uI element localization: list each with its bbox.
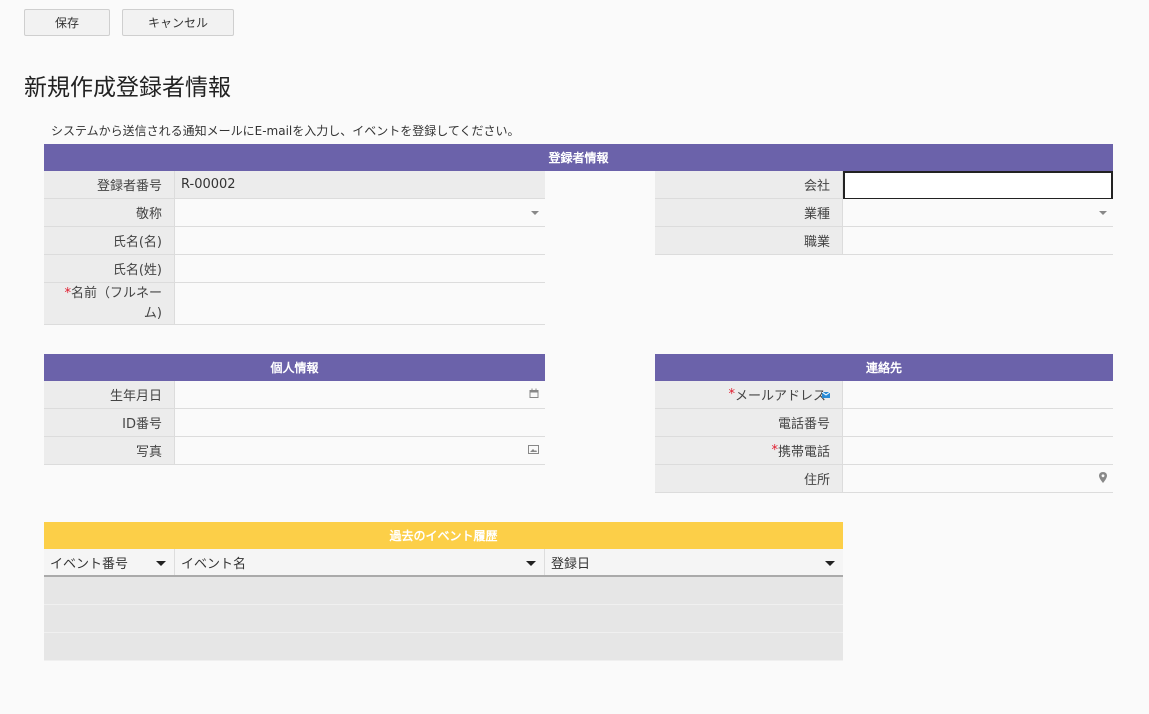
column-registration-date[interactable]: 登録日 — [545, 549, 843, 575]
full-name-label: 名前（フルネーム) — [70, 286, 162, 321]
industry-row: 業種 — [655, 199, 1113, 227]
page-title: 新規作成登録者情報 — [24, 75, 231, 101]
save-button[interactable]: 保存 — [24, 9, 110, 36]
image-icon[interactable] — [528, 444, 539, 457]
column-label: イベント名 — [181, 556, 247, 572]
section-header-registrant: 登録者情報 — [44, 144, 1113, 171]
industry-select[interactable] — [843, 199, 1113, 226]
field-label: 生年月日 — [44, 381, 175, 408]
chevron-down-icon[interactable] — [1099, 210, 1107, 215]
address-row: 住所 — [655, 465, 1113, 493]
full-name-input[interactable] — [175, 283, 545, 324]
section-header-personal: 個人情報 — [44, 354, 545, 381]
field-label: ID番号 — [44, 409, 175, 436]
birthday-row: 生年月日 — [44, 381, 545, 409]
first-name-row: 氏名(名) — [44, 227, 545, 255]
table-row[interactable] — [44, 577, 843, 605]
field-label: 職業 — [655, 227, 843, 254]
photo-row: 写真 — [44, 437, 545, 465]
address-input[interactable] — [843, 465, 1113, 492]
field-label: *名前（フルネーム) — [44, 283, 175, 324]
column-label: 登録日 — [551, 556, 591, 572]
field-label: 登録者番号 — [44, 171, 175, 198]
registrant-number-value: R-00002 — [175, 171, 545, 198]
field-label: 写真 — [44, 437, 175, 464]
full-name-row: *名前（フルネーム) — [44, 283, 545, 325]
email-input[interactable] — [843, 381, 1113, 408]
phone-row: 電話番号 — [655, 409, 1113, 437]
map-pin-icon[interactable] — [1099, 471, 1107, 486]
section-header-contact: 連絡先 — [655, 354, 1113, 381]
first-name-input[interactable] — [175, 227, 545, 254]
last-name-row: 氏名(姓) — [44, 255, 545, 283]
section-header-events: 過去のイベント履歴 — [44, 522, 843, 549]
phone-input[interactable] — [843, 409, 1113, 436]
id-number-row: ID番号 — [44, 409, 545, 437]
last-name-input[interactable] — [175, 255, 545, 282]
field-label: 氏名(名) — [44, 227, 175, 254]
table-row[interactable] — [44, 605, 843, 633]
column-event-name[interactable]: イベント名 — [175, 549, 545, 575]
field-label: 会社 — [655, 171, 843, 198]
chevron-down-icon[interactable] — [825, 561, 835, 566]
field-label: * メールアドレス — [655, 381, 843, 408]
mobile-input[interactable] — [843, 437, 1113, 464]
birthday-input[interactable] — [175, 381, 545, 408]
cancel-button[interactable]: キャンセル — [122, 9, 234, 36]
field-label: 敬称 — [44, 199, 175, 226]
mobile-row: * 携帯電話 — [655, 437, 1113, 465]
occupation-input[interactable] — [843, 227, 1113, 254]
chevron-down-icon[interactable] — [526, 561, 536, 566]
registrant-number-row: 登録者番号 R-00002 — [44, 171, 545, 199]
events-grid-header: イベント番号 イベント名 登録日 — [44, 549, 843, 577]
mobile-label: 携帯電話 — [777, 445, 830, 460]
email-label: メールアドレス — [734, 389, 826, 404]
mail-icon — [821, 387, 831, 402]
field-label: 住所 — [655, 465, 843, 492]
field-label: 電話番号 — [655, 409, 843, 436]
column-label: イベント番号 — [50, 556, 129, 572]
calendar-icon[interactable] — [529, 388, 539, 401]
email-row: * メールアドレス — [655, 381, 1113, 409]
field-label: 業種 — [655, 199, 843, 226]
field-label: 氏名(姓) — [44, 255, 175, 282]
table-row[interactable] — [44, 633, 843, 661]
chevron-down-icon[interactable] — [531, 210, 539, 215]
intro-text: システムから送信される通知メールにE-mailを入力し、イベントを登録してくださ… — [51, 124, 520, 138]
column-event-number[interactable]: イベント番号 — [44, 549, 175, 575]
company-input[interactable] — [843, 171, 1113, 200]
honorific-row: 敬称 — [44, 199, 545, 227]
photo-input[interactable] — [175, 437, 545, 464]
occupation-row: 職業 — [655, 227, 1113, 255]
field-label: * 携帯電話 — [655, 437, 843, 464]
honorific-select[interactable] — [175, 199, 545, 226]
id-number-input[interactable] — [175, 409, 545, 436]
chevron-down-icon[interactable] — [156, 561, 166, 566]
